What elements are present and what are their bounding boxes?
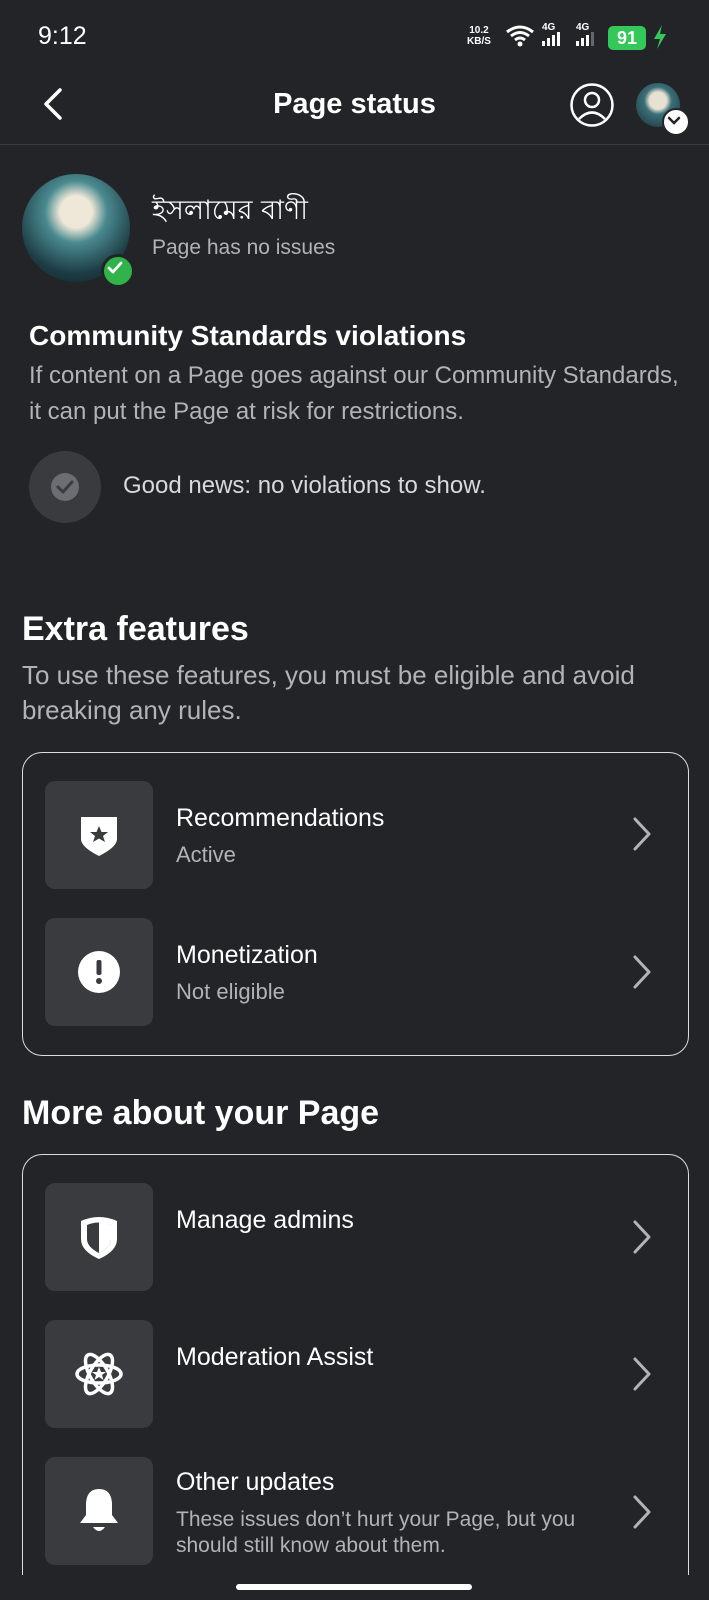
check-icon — [107, 261, 123, 274]
page-name: ইসলামের বাণী — [152, 195, 309, 226]
account-switcher-button[interactable] — [662, 108, 690, 136]
exclamation-icon — [78, 951, 120, 993]
recommendations-status: Active — [176, 842, 236, 867]
other-updates-title: Other updates — [176, 1468, 335, 1496]
battery-indicator: 91 — [608, 26, 646, 50]
chevron-right-icon — [633, 955, 651, 989]
wifi-icon — [506, 25, 534, 47]
other-updates-description: These issues don’t hurt your Page, but y… — [176, 1508, 576, 1557]
chevron-right-icon — [633, 1495, 651, 1529]
extra-features-title: Extra features — [22, 610, 249, 648]
bell-icon — [80, 1489, 118, 1531]
more-about-title: More about your Page — [22, 1094, 380, 1132]
chevron-right-icon — [633, 817, 651, 851]
chevron-down-icon — [667, 116, 681, 125]
community-standards-title: Community Standards violations — [29, 320, 467, 351]
monetization-status: Not eligible — [176, 979, 285, 1004]
atom-star-icon — [75, 1352, 123, 1396]
recommendations-icon-tile — [45, 781, 153, 889]
extra-features-description: To use these features, you must be eligi… — [22, 660, 635, 725]
star-shield-icon — [81, 817, 117, 856]
network-speed: 10.2 KB/S — [467, 25, 491, 47]
page-status-text: Page has no issues — [152, 236, 336, 259]
manage-admins-icon-tile — [45, 1183, 153, 1291]
cell-signal-1-icon: 4G — [540, 22, 566, 48]
no-violations-badge — [29, 451, 101, 523]
monetization-title: Monetization — [176, 941, 318, 969]
network-speed-value: 10.2 — [469, 25, 489, 36]
charging-bolt-icon — [654, 25, 666, 49]
status-time: 9:12 — [38, 22, 87, 50]
no-violations-text: Good news: no violations to show. — [123, 472, 486, 499]
profile-icon[interactable] — [569, 82, 615, 128]
chevron-right-icon — [633, 1357, 651, 1391]
home-indicator[interactable] — [236, 1584, 472, 1590]
manage-admins-title: Manage admins — [176, 1206, 354, 1234]
check-circle-icon — [51, 473, 79, 501]
cell-signal-2-icon: 4G — [574, 22, 600, 48]
verified-check-badge — [101, 254, 135, 288]
chevron-right-icon — [633, 1220, 651, 1254]
recommendations-title: Recommendations — [176, 804, 385, 832]
monetization-icon-tile — [45, 918, 153, 1026]
community-standards-description: If content on a Page goes against our Co… — [29, 362, 679, 425]
other-updates-icon-tile — [45, 1457, 153, 1565]
network-speed-unit: KB/S — [467, 36, 491, 47]
moderation-assist-title: Moderation Assist — [176, 1343, 374, 1371]
shield-icon — [81, 1217, 117, 1259]
moderation-assist-icon-tile — [45, 1320, 153, 1428]
